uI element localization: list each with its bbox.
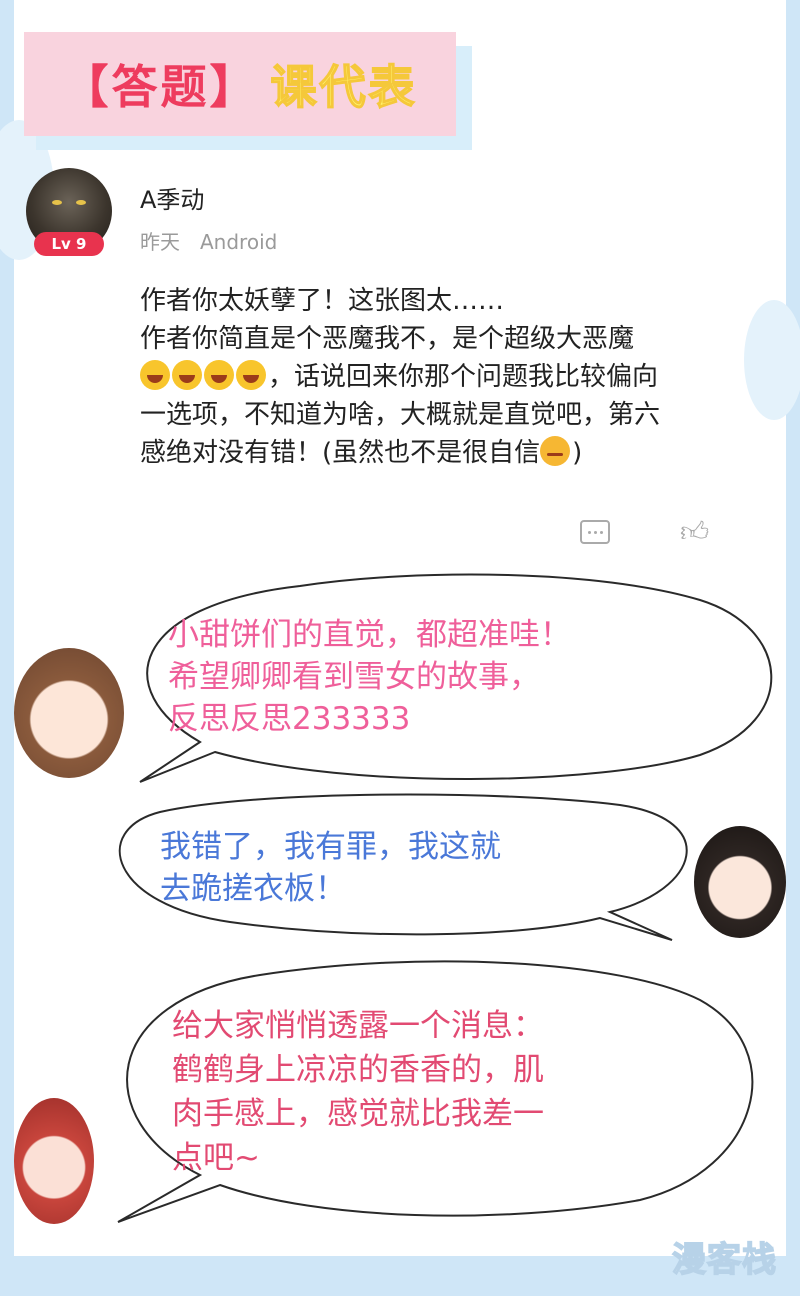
bubble-line: 我错了，我有罪，我这就 [160, 829, 501, 865]
watermark-logo: 漫客栈 [671, 1239, 777, 1281]
bubble-line: 去跪搓衣板！ [160, 871, 346, 907]
bubble-line: 肉手感上，感觉就比我差一 [172, 1096, 544, 1132]
bubble-line: 希望卿卿看到雪女的故事， [168, 659, 540, 695]
character-red-hair-avatar [14, 1098, 94, 1224]
speech-bubble-2-text: 我错了，我有罪，我这就 去跪搓衣板！ [160, 826, 680, 910]
character-girl-avatar [14, 648, 124, 778]
bubble-line: 点吧~ [172, 1140, 260, 1176]
speech-bubble-1-text: 小甜饼们的直觉，都超准哇！ 希望卿卿看到雪女的故事， 反思反思233333 [168, 614, 758, 740]
bubble-line: 反思反思233333 [168, 701, 411, 737]
bubble-line: 给大家悄悄透露一个消息： [172, 1008, 544, 1044]
speech-bubble-3-text: 给大家悄悄透露一个消息： 鹤鹤身上凉凉的香香的，肌 肉手感上，感觉就比我差一 点… [172, 1004, 732, 1180]
bubble-line: 鹤鹤身上凉凉的香香的，肌 [172, 1052, 544, 1088]
bubble-line: 小甜饼们的直觉，都超准哇！ [168, 617, 571, 653]
character-man-avatar [694, 826, 786, 938]
